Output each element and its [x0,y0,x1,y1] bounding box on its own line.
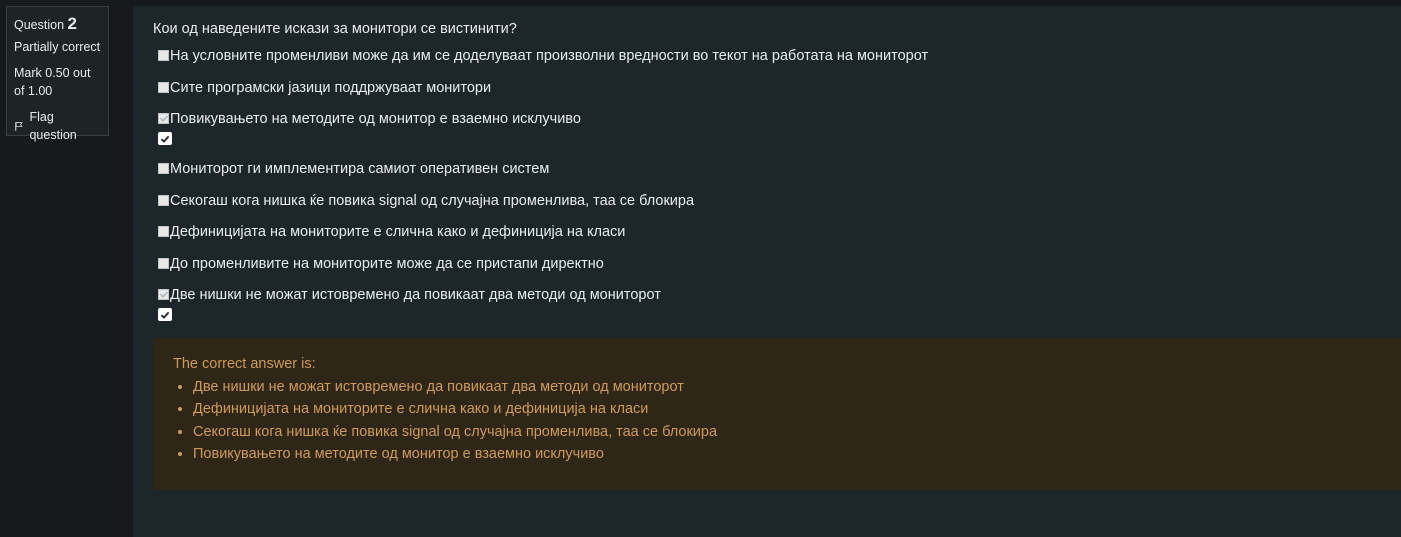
answer-option: Повикувањето на методите од монитор е вз… [158,111,928,161]
answer-option-row[interactable]: Дефиницијата на мониторите е слична како… [158,224,928,240]
correct-answer-feedback: The correct answer is: Две нишки не можа… [153,338,1401,490]
answer-option-label: Повикувањето на методите од монитор е вз… [170,111,581,127]
flag-question-label: Flag question [29,110,77,142]
answer-checkbox[interactable] [158,289,169,300]
answer-checkbox[interactable] [158,163,169,174]
answer-option-label: Две нишки не можат истовремено да повика… [170,287,661,303]
answer-checkbox[interactable] [158,81,169,93]
answer-option-row[interactable]: Две нишки не можат истовремено да повика… [158,287,928,303]
answer-option-row[interactable]: На условните променливи може да им се до… [158,48,928,64]
answer-checkbox[interactable] [158,50,169,61]
correct-answer-item: Дефиницијата на мониторите е слична како… [193,398,1381,421]
answer-checkbox[interactable] [158,257,169,269]
answer-option-label: Секогаш кога нишка ќе повика signal од с… [170,192,695,209]
question-state: Partially correct [14,40,101,54]
question-number-value: 2 [67,14,77,33]
answer-option: Дефиницијата на мониторите е слична како… [158,224,928,256]
question-text: Кои од наведените искази за монитори се … [153,21,517,37]
question-grade: Mark 0.50 out of 1.00 [14,66,91,98]
question-info-panel: Question 2 Partially correct Mark 0.50 o… [6,6,109,142]
correct-check-icon [158,308,172,321]
correct-answer-item: Повикувањето на методите од монитор е вз… [193,443,1381,466]
question-number: Question 2 [14,15,101,34]
answer-option-label: Мониторот ги имплементира самиот операти… [170,161,550,177]
answer-option: Сите програмски јазици поддржуваат монит… [158,80,928,112]
answer-checkbox[interactable] [158,194,169,206]
correct-check-icon [158,132,172,145]
answer-option-row[interactable]: Сите програмски јазици поддржуваат монит… [158,80,928,96]
answer-option-label: На условните променливи може да им се до… [170,48,929,64]
correct-answer-item: Две нишки не можат истовремено да повика… [193,376,1381,399]
flag-icon [15,121,23,131]
answer-checkbox[interactable] [158,113,169,124]
answer-option-label: Сите програмски јазици поддржуваат монит… [170,79,492,96]
question-label: Question [14,18,65,32]
answer-option-label: Дефиницијата на мониторите е слична како… [170,224,626,240]
answer-option-label: До променливите на мониторите може да се… [170,255,604,272]
answer-checkbox[interactable] [158,226,169,237]
correct-answer-list: Две нишки не можат истовремено да повика… [173,376,1381,466]
feedback-heading: The correct answer is: [173,356,316,372]
answer-option-row[interactable]: До променливите на мониторите може да се… [158,256,928,272]
question-content: Кои од наведените искази за монитори се … [133,6,1401,537]
answer-option: До променливите на мониторите може да се… [158,256,928,288]
answer-option-row[interactable]: Секогаш кога нишка ќе повика signal од с… [158,193,928,209]
correct-answer-item: Секогаш кога нишка ќе повика signal од с… [193,421,1381,444]
flag-question-link[interactable]: Flag question [14,108,101,144]
answer-option-row[interactable]: Повикувањето на методите од монитор е вз… [158,111,928,127]
answer-option: На условните променливи може да им се до… [158,48,928,80]
answer-option: Две нишки не можат истовремено да повика… [158,287,928,337]
answer-option: Секогаш кога нишка ќе повика signal од с… [158,193,928,225]
answer-options: На условните променливи може да им се до… [158,48,928,337]
answer-option: Мониторот ги имплементира самиот операти… [158,161,928,193]
answer-option-row[interactable]: Мониторот ги имплементира самиот операти… [158,161,928,177]
